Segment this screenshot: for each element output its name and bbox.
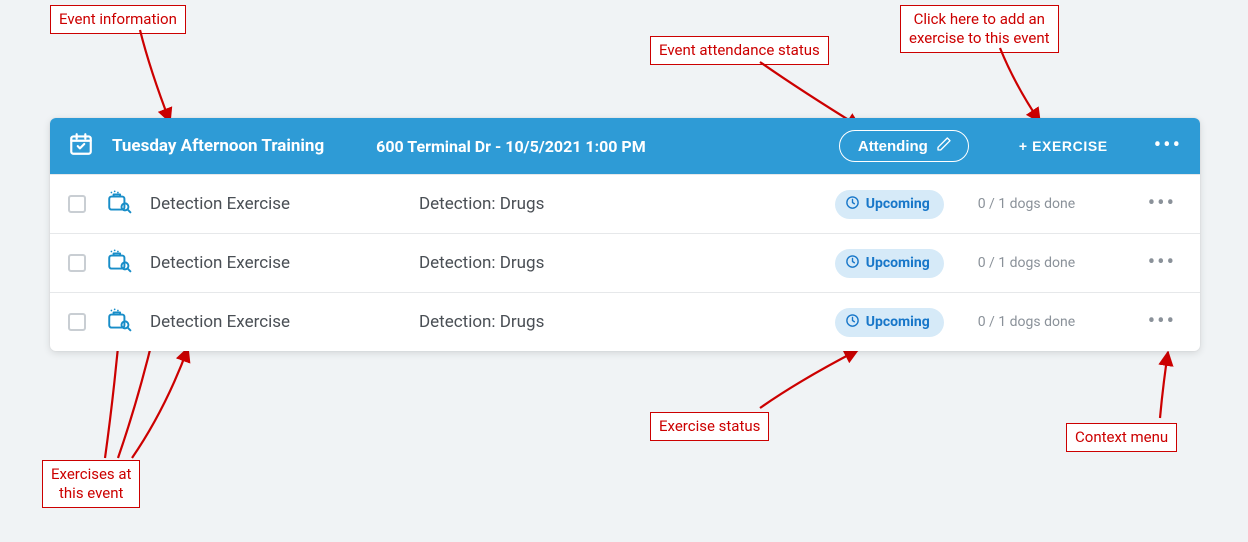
- row-checkbox[interactable]: [68, 254, 86, 272]
- exercise-name: Detection Exercise: [150, 194, 405, 214]
- attendance-status-label: Attending: [858, 138, 928, 155]
- annotation-exercise-status: Exercise status: [650, 412, 769, 441]
- event-context-menu-button[interactable]: •••: [1154, 135, 1182, 157]
- annotation-exercises-here: Exercises at this event: [42, 460, 140, 508]
- exercise-progress: 0 / 1 dogs done: [978, 196, 1108, 212]
- exercise-status-badge: Upcoming: [835, 249, 944, 278]
- exercise-row: Detection Exercise Detection: Drugs Upco…: [50, 292, 1200, 351]
- event-card: Tuesday Afternoon Training 600 Terminal …: [50, 118, 1200, 351]
- event-title: Tuesday Afternoon Training: [112, 136, 324, 156]
- exercise-status-label: Upcoming: [866, 196, 930, 212]
- exercise-category: Detection: Drugs: [419, 194, 821, 214]
- exercise-context-menu-button[interactable]: •••: [1142, 311, 1182, 333]
- exercise-name: Detection Exercise: [150, 253, 405, 273]
- event-subtitle: 600 Terminal Dr - 10/5/2021 1:00 PM: [376, 137, 825, 156]
- exercise-status-label: Upcoming: [866, 314, 930, 330]
- annotation-attendance-status: Event attendance status: [650, 36, 829, 65]
- row-checkbox[interactable]: [68, 195, 86, 213]
- annotation-context-menu: Context menu: [1066, 423, 1177, 452]
- detection-exercise-icon: [106, 189, 132, 219]
- clock-icon: [845, 313, 860, 332]
- exercise-context-menu-button[interactable]: •••: [1142, 193, 1182, 215]
- exercise-status-label: Upcoming: [866, 255, 930, 271]
- exercise-row: Detection Exercise Detection: Drugs Upco…: [50, 233, 1200, 292]
- exercise-context-menu-button[interactable]: •••: [1142, 252, 1182, 274]
- detection-exercise-icon: [106, 248, 132, 278]
- exercise-category: Detection: Drugs: [419, 312, 821, 332]
- annotation-event-info: Event information: [50, 5, 186, 34]
- exercise-progress: 0 / 1 dogs done: [978, 314, 1108, 330]
- exercise-row: Detection Exercise Detection: Drugs Upco…: [50, 174, 1200, 233]
- add-exercise-button[interactable]: + EXERCISE: [1011, 132, 1116, 160]
- exercise-progress: 0 / 1 dogs done: [978, 255, 1108, 271]
- pencil-icon: [936, 136, 952, 156]
- exercise-status-badge: Upcoming: [835, 190, 944, 219]
- attendance-status-button[interactable]: Attending: [839, 130, 969, 162]
- event-header: Tuesday Afternoon Training 600 Terminal …: [50, 118, 1200, 174]
- detection-exercise-icon: [106, 307, 132, 337]
- clock-icon: [845, 254, 860, 273]
- clock-icon: [845, 195, 860, 214]
- annotation-add-exercise-hint: Click here to add an exercise to this ev…: [900, 5, 1059, 53]
- calendar-check-icon: [68, 131, 94, 161]
- exercise-name: Detection Exercise: [150, 312, 405, 332]
- row-checkbox[interactable]: [68, 313, 86, 331]
- exercise-category: Detection: Drugs: [419, 253, 821, 273]
- exercise-status-badge: Upcoming: [835, 308, 944, 337]
